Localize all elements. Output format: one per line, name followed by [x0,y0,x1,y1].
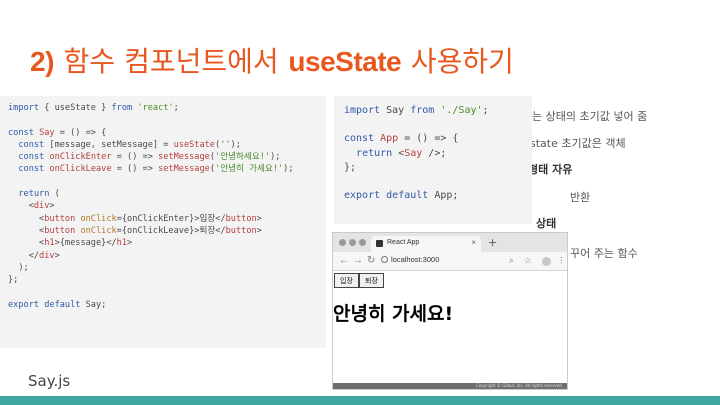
bullet-text-4: 반환 [570,191,591,204]
reload-icon[interactable]: ↻ [367,255,375,266]
bullet-text-3: 형태 자유 [528,163,573,176]
say-code-block: import { useState } from 'react'; const … [0,96,326,348]
say-code-line: import { useState } from 'react'; [8,103,179,113]
favicon-icon [376,240,383,247]
bullet-text-2: state 초기값은 객체 [530,137,626,150]
app-code-line [344,118,532,132]
window-minimize-dot[interactable] [349,239,356,246]
title-code-word: useState [288,46,402,77]
page-content: 입장 퇴장 안녕히 가세요! Copyright © Gilbut, Inc. … [333,271,567,389]
leave-button[interactable]: 퇴장 [359,273,384,288]
say-code-line: <button onClick={onClickLeave}>퇴장</butto… [8,225,262,236]
title-part-c: 사용하기 [410,45,514,78]
say-code-line: <h1>{message}</h1> [8,238,133,249]
say-code-line: <div> [8,201,55,212]
say-code-line: const onClickLeave = () => setMessage('안… [18,164,294,175]
bullet-text-1: 는 상태의 초기값 넣어 줌 [532,110,648,123]
message-heading: 안녕히 가세요! [333,303,454,325]
say-code-line [8,114,326,126]
tab-title: React App [387,239,420,246]
title-part-a: 함수 컴포넌트에서 [63,45,279,78]
copyright-footer: Copyright © Gilbut, Inc. All rights rese… [333,383,567,389]
new-tab-button[interactable]: + [488,236,497,249]
app-code-line [344,175,532,189]
back-icon[interactable]: ← [339,255,349,266]
title-number: 2) [30,46,54,77]
bookmark-star-icon[interactable]: ☆ [524,255,532,266]
file-name-caption: Say.js [28,372,71,390]
say-code-line: return ( [18,189,60,200]
browser-nav-bar: ← → ↻ localhost:3000 ⌕ ☆ ⋮ [333,252,567,271]
say-code-line: export default Say; [8,299,107,310]
bullet-text-5: 상태 [536,217,557,230]
profile-avatar[interactable] [542,257,551,266]
bottom-accent-band [0,396,720,405]
browser-window: React App × + ← → ↻ localhost:3000 ⌕ ☆ ⋮… [332,232,568,390]
app-code-line: return <Say />; [356,147,447,159]
say-code-line: }; [8,275,19,286]
browser-tab-bar: React App × + [333,233,567,252]
say-code-line: const onClickEnter = () => setMessage('안… [18,152,281,163]
app-code-line: export default App; [344,190,459,202]
tab-close-icon[interactable]: × [471,238,476,247]
window-zoom-dot[interactable] [359,239,366,246]
app-code-block: import Say from './Say'; const App = () … [334,96,532,224]
say-code-line: ); [8,262,29,273]
say-code-line: <button onClick={onClickEnter}>입장</butto… [8,213,262,224]
say-code-line [8,176,326,188]
app-code-line: const App = () => { [344,133,459,145]
say-code-line: const Say = () => { [8,127,107,138]
browser-tab[interactable]: React App × [371,236,481,252]
window-close-dot[interactable] [339,239,346,246]
url-text: localhost:3000 [391,255,440,264]
say-code-line: const [message, setMessage] = useState('… [18,139,241,150]
bullet-text-6: 꾸어 주는 함수 [570,247,638,260]
zoom-icon[interactable]: ⌕ [509,255,514,266]
say-code-line: </div> [8,250,60,261]
enter-button[interactable]: 입장 [334,273,359,288]
forward-icon[interactable]: → [353,255,363,266]
menu-dots-icon[interactable]: ⋮ [557,255,566,266]
app-code-line: import Say from './Say'; [344,105,489,116]
address-bar[interactable]: localhost:3000 [381,255,439,264]
app-code-line: }; [344,161,357,173]
site-info-icon[interactable] [381,256,388,263]
slide-title: 2) 함수 컴포넌트에서 useState 사용하기 [30,40,514,80]
say-code-line [8,286,326,298]
